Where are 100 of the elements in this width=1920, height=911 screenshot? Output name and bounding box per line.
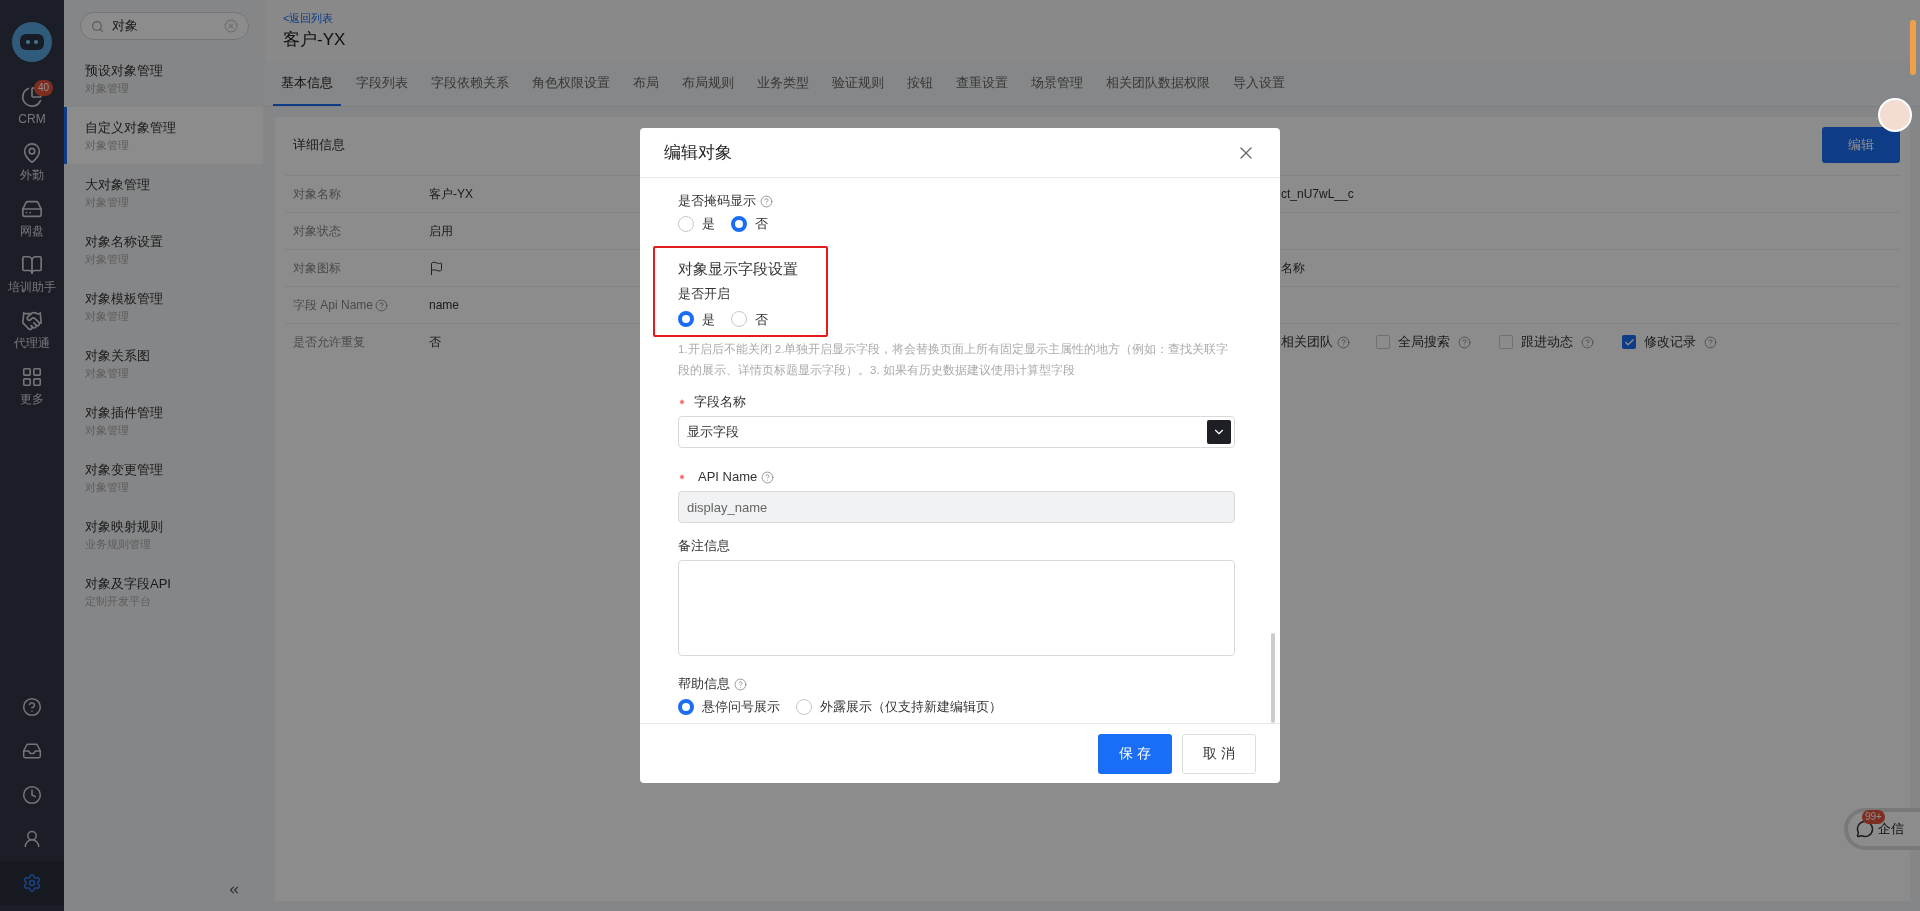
page-title: 客户-YX xyxy=(283,28,347,51)
checkbox[interactable] xyxy=(1499,335,1513,349)
nav-item[interactable]: 培训助手 xyxy=(0,254,64,296)
radio-button[interactable] xyxy=(796,698,812,715)
radio-option[interactable]: 是 xyxy=(678,309,715,329)
radio-button[interactable] xyxy=(678,311,694,328)
tab[interactable]: 业务类型 xyxy=(749,62,817,106)
clock-icon xyxy=(22,785,42,805)
radio-option[interactable]: 外露展示（仅支持新建编辑页） xyxy=(796,697,1002,717)
tab[interactable]: 字段列表 xyxy=(348,62,416,106)
search-field[interactable]: 对象 xyxy=(80,12,249,40)
clear-icon[interactable] xyxy=(224,19,238,33)
checkbox-label: 全局搜索 xyxy=(1398,333,1450,352)
radio-button[interactable] xyxy=(678,698,694,715)
tab[interactable]: 相关团队数据权限 xyxy=(1098,62,1218,106)
user-list-icon xyxy=(22,829,42,849)
tab[interactable]: 角色权限设置 xyxy=(524,62,618,106)
nav-item[interactable]: 外勤 xyxy=(0,142,64,184)
item-title: 对象及字段API xyxy=(85,574,172,593)
radio-button[interactable] xyxy=(731,311,747,328)
field-value: 启用 xyxy=(429,224,453,238)
item-title: 预设对象管理 xyxy=(85,61,164,80)
help-icon[interactable] xyxy=(1337,335,1350,349)
item-title: 对象关系图 xyxy=(85,346,151,365)
radio-option[interactable]: 否 xyxy=(731,214,768,234)
settings-icon xyxy=(22,873,42,893)
drive-icon xyxy=(21,198,43,220)
tab[interactable]: 字段依赖关系 xyxy=(423,62,517,106)
field-label: 字段 Api Name xyxy=(293,297,374,314)
field-value: ct_nU7wL__c xyxy=(1281,186,1354,203)
grid-icon xyxy=(21,366,43,388)
help-icon[interactable] xyxy=(375,298,389,312)
count-badge: 99+ xyxy=(1862,810,1885,824)
field-label: 相关团队 xyxy=(1281,333,1333,352)
select-field[interactable]: 显示字段 xyxy=(678,416,1235,448)
radio-button[interactable] xyxy=(731,215,747,232)
scroll-indicator xyxy=(1910,20,1916,75)
field-label: 是否开启 xyxy=(678,285,731,303)
cancel-button[interactable]: 取 消 xyxy=(1182,733,1256,774)
chat-button[interactable]: 99+ 企信 xyxy=(1844,808,1920,850)
field-label: 对象图标 xyxy=(293,260,341,277)
checkbox-label: 修改记录 xyxy=(1644,333,1696,352)
field-label: 对象状态 xyxy=(293,223,341,240)
help-icon[interactable] xyxy=(1581,335,1594,349)
remarks-field[interactable] xyxy=(678,560,1235,656)
count-badge: 40 xyxy=(34,80,54,96)
nav-item[interactable]: 更多 xyxy=(0,366,64,408)
field-value: name xyxy=(429,298,460,312)
radio-option[interactable]: 是 xyxy=(678,214,715,234)
map-pin-icon xyxy=(21,142,43,164)
robot-logo-icon[interactable] xyxy=(12,22,52,62)
help-icon xyxy=(22,697,42,717)
section-title: 对象显示字段设置 xyxy=(678,258,799,279)
field-value: 客户-YX xyxy=(429,187,473,201)
checkbox[interactable] xyxy=(1622,335,1636,349)
item-title: 对象模板管理 xyxy=(85,289,164,308)
field-label: 是否掩码显示 xyxy=(678,192,756,210)
field-label: 字段名称 xyxy=(694,393,746,411)
scrollbar[interactable] xyxy=(1271,633,1275,723)
collapse-icon[interactable] xyxy=(227,883,241,897)
tab[interactable]: 导入设置 xyxy=(1225,62,1293,106)
radio-option[interactable]: 悬停问号展示 xyxy=(678,697,780,717)
checkbox-label: 跟进动态 xyxy=(1521,333,1573,352)
tab[interactable]: 按钮 xyxy=(899,62,941,106)
tab[interactable]: 布局规则 xyxy=(674,62,742,106)
item-title: 对象插件管理 xyxy=(85,403,164,422)
edit-button[interactable]: 编辑 xyxy=(1822,127,1900,163)
item-title: 自定义对象管理 xyxy=(85,118,177,137)
field-label: API Name xyxy=(698,468,758,486)
item-title: 对象映射规则 xyxy=(85,517,164,536)
field-label: 备注信息 xyxy=(678,537,731,555)
help-icon[interactable] xyxy=(734,677,747,691)
radio-option[interactable]: 否 xyxy=(731,309,768,329)
field-value: 名称 xyxy=(1281,260,1305,277)
field-label: 对象名称 xyxy=(293,186,341,203)
radio-button[interactable] xyxy=(678,215,694,232)
check-icon xyxy=(1623,336,1635,348)
tab[interactable]: 布局 xyxy=(625,62,667,106)
help-icon[interactable] xyxy=(1704,335,1717,349)
tab[interactable]: 基本信息 xyxy=(273,62,341,106)
tab[interactable]: 验证规则 xyxy=(824,62,892,106)
dialog-title: 编辑对象 xyxy=(664,141,732,164)
panel-title: 详细信息 xyxy=(292,136,345,155)
nav-item[interactable]: 网盘 xyxy=(0,198,64,240)
help-icon[interactable] xyxy=(1458,335,1471,349)
item-title: 对象名称设置 xyxy=(85,232,164,251)
search-icon xyxy=(91,19,104,33)
help-icon[interactable] xyxy=(760,194,773,208)
item-title: 对象变更管理 xyxy=(85,460,164,479)
checkbox[interactable] xyxy=(1376,335,1390,349)
nav-button[interactable] xyxy=(0,861,64,905)
tab[interactable]: 场景管理 xyxy=(1023,62,1091,106)
back-link[interactable]: <返回列表 xyxy=(283,10,1902,27)
hint-text: 1.开启后不能关闭 2.单独开启显示字段，将会替换页面上所有固定显示主属性的地方（例如：查找关联字段的展示、详情页标题显示字段）。3. 如果有历史数据建议使用计算型字段 xyxy=(678,342,1230,378)
dropdown-button[interactable] xyxy=(1207,420,1231,444)
tab[interactable]: 查重设置 xyxy=(948,62,1016,106)
save-button[interactable]: 保 存 xyxy=(1098,733,1172,774)
handshake-icon xyxy=(21,310,43,332)
nav-item[interactable]: 代理通 xyxy=(0,310,64,352)
inbox-icon xyxy=(22,741,42,761)
